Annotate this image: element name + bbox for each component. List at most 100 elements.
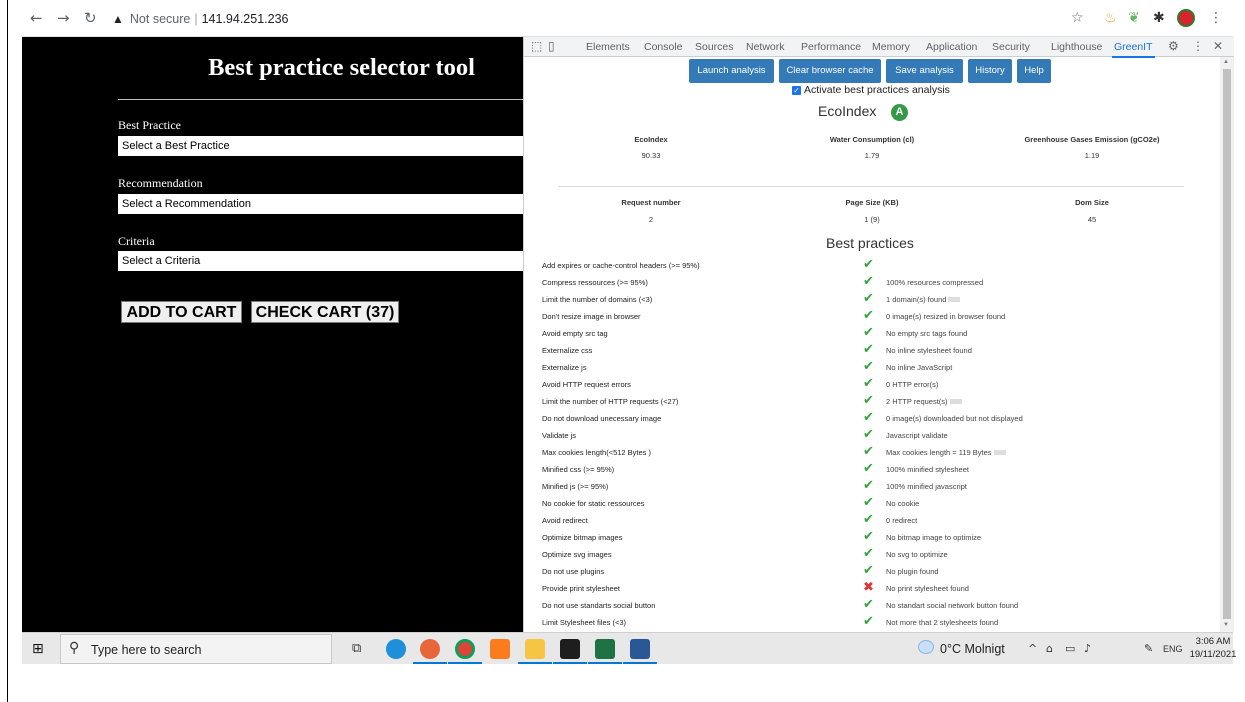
profile-avatar-icon[interactable] — [1177, 9, 1195, 27]
extension-leaf-icon[interactable]: ❦ — [1128, 10, 1140, 26]
chrome-app-icon[interactable] — [455, 639, 475, 659]
devtools-scrollbar[interactable]: ▲ ▼ — [1220, 57, 1234, 632]
launch-analysis-button[interactable]: Launch analysis — [689, 59, 774, 83]
tab-application[interactable]: Application — [926, 41, 977, 53]
criteria-select[interactable]: Select a Criteria — [118, 251, 523, 271]
best-practice-select[interactable]: Select a Best Practice — [118, 136, 523, 156]
best-practice-row: Limit the number of domains (<3) ✔ 1 domai… — [524, 291, 1220, 308]
search-placeholder: Type here to search — [91, 643, 202, 657]
scrollbar-thumb[interactable] — [1223, 69, 1231, 619]
sublime-text-app-icon[interactable] — [490, 639, 510, 659]
battery-icon[interactable]: ▭ — [1065, 642, 1075, 655]
scroll-up-icon[interactable]: ▲ — [1223, 59, 1229, 65]
best-practice-comment: Javascript validate — [886, 431, 948, 440]
metric-ecoindex-label: EcoIndex — [634, 135, 668, 144]
address-bar[interactable]: ▲ Not secure | 141.94.251.236 — [112, 7, 922, 31]
best-practice-comment: No inline JavaScript — [886, 363, 952, 372]
check-icon: ✔ — [863, 546, 874, 561]
metric-ghg-label: Greenhouse Gases Emission (gCO2e) — [1024, 135, 1160, 144]
network-icon[interactable]: ⌂ — [1046, 642, 1053, 655]
metric-ghg-value: 1.19 — [1084, 151, 1100, 160]
tab-performance[interactable]: Performance — [801, 41, 861, 53]
taskbar-search-box[interactable]: ⚲ Type here to search — [60, 634, 332, 664]
devtools-menu-icon[interactable]: ⋮ — [1192, 39, 1204, 53]
activate-best-practices-checkbox[interactable]: ✓ Activate best practices analysis — [792, 84, 950, 96]
clock-date[interactable]: 19/11/2021 — [1185, 649, 1241, 660]
terminal-active-indicator — [553, 662, 587, 664]
tab-console[interactable]: Console — [644, 41, 683, 53]
file-explorer-app-icon[interactable] — [525, 639, 545, 659]
scroll-down-icon[interactable]: ▼ — [1223, 622, 1229, 628]
close-devtools-icon[interactable]: ✕ — [1213, 39, 1223, 53]
reload-icon[interactable]: ↻ — [84, 9, 97, 27]
best-practice-comment: 100% minified javascript — [886, 482, 967, 491]
devtools-tab-bar: ⬚ ▯ Elements Console Sources Network Per… — [524, 37, 1234, 58]
check-icon: ✔ — [863, 291, 874, 306]
details-toggle[interactable] — [948, 297, 961, 302]
best-practice-name: Do not use plugins — [542, 567, 605, 576]
check-cart-button[interactable]: CHECK CART (37) — [251, 301, 399, 323]
inspect-element-icon[interactable]: ⬚ — [531, 39, 542, 53]
clock-time[interactable]: 3:06 AM — [1190, 636, 1236, 647]
best-practice-comment-text: Max cookies length = 119 Bytes — [886, 448, 992, 457]
tab-network[interactable]: Network — [746, 41, 785, 53]
check-icon: ✔ — [863, 325, 874, 340]
tab-elements[interactable]: Elements — [586, 41, 630, 53]
metric-page-size-label: Page Size (KB) — [845, 198, 899, 207]
save-analysis-button[interactable]: Save analysis — [886, 59, 963, 83]
language-indicator[interactable]: ENG — [1163, 644, 1183, 654]
pen-icon[interactable]: ✎ — [1144, 642, 1153, 655]
task-view-icon[interactable]: ⧉ — [352, 641, 361, 656]
show-hidden-icons-icon[interactable]: ^ — [1028, 642, 1037, 655]
activate-label: Activate best practices analysis — [804, 84, 950, 96]
clear-browser-cache-button[interactable]: Clear browser cache — [779, 59, 881, 83]
tab-greenit[interactable]: GreenIT — [1112, 41, 1155, 58]
forward-arrow-icon[interactable]: → — [57, 9, 70, 27]
terminal-app-icon[interactable] — [560, 639, 580, 659]
best-practice-comment-text: 100% minified javascript — [886, 482, 967, 491]
checkbox-checked-icon[interactable]: ✓ — [792, 86, 801, 95]
best-practice-row: Compress ressources (>= 95%) ✔ 100% resour… — [524, 274, 1220, 291]
windows-start-icon[interactable]: ⊞ — [32, 641, 44, 657]
best-practice-name: Avoid HTTP request errors — [542, 380, 631, 389]
details-toggle[interactable] — [993, 450, 1006, 455]
edge-app-icon[interactable] — [386, 639, 406, 659]
firefox-active-indicator — [413, 662, 447, 664]
browser-menu-icon[interactable]: ⋮ — [1209, 10, 1223, 26]
check-icon: ✔ — [863, 376, 874, 391]
recommendation-select[interactable]: Select a Recommendation — [118, 194, 523, 214]
best-practice-row: Max cookies length(<512 Bytes ) ✔ Max cook… — [524, 444, 1220, 461]
best-practice-row: Avoid HTTP request errors ✔ 0 HTTP error(s… — [524, 376, 1220, 393]
weather-cloud-icon[interactable] — [918, 640, 934, 654]
tab-memory[interactable]: Memory — [872, 41, 910, 53]
best-practice-comment: 0 image(s) downloaded but not displayed — [886, 414, 1023, 423]
best-practice-row: Optimize bitmap images ✔ No bitmap image t… — [524, 529, 1220, 546]
best-practice-name: Compress ressources (>= 95%) — [542, 278, 648, 287]
add-to-cart-button[interactable]: ADD TO CART — [121, 301, 242, 323]
screen: ← → ↻ ▲ Not secure | 141.94.251.236 ☆ ♨ ❦ ✱… — [0, 0, 1245, 702]
tab-security[interactable]: Security — [992, 41, 1030, 53]
firefox-app-icon[interactable] — [420, 639, 440, 659]
extension-fire-icon[interactable]: ♨ — [1104, 10, 1117, 26]
details-toggle[interactable] — [949, 399, 962, 404]
excel-app-icon[interactable] — [595, 639, 615, 659]
device-toolbar-icon[interactable]: ▯ — [548, 39, 555, 53]
back-arrow-icon[interactable]: ← — [30, 9, 43, 27]
best-practice-comment-text: 1 domain(s) found — [886, 295, 947, 304]
tab-lighthouse[interactable]: Lighthouse — [1051, 41, 1102, 53]
bookmark-star-icon[interactable]: ☆ — [1071, 10, 1084, 26]
settings-gear-icon[interactable]: ⚙ — [1168, 39, 1179, 53]
extensions-puzzle-icon[interactable]: ✱ — [1153, 10, 1165, 26]
best-practice-comment-text: 0 image(s) resized in browser found — [886, 312, 1006, 321]
weather-text[interactable]: 0°C Molnigt — [940, 642, 1005, 656]
best-practice-name: Optimize svg images — [542, 550, 612, 559]
explorer-active-indicator — [518, 662, 552, 664]
best-practice-row: Add expires or cache-control headers (>=… — [524, 257, 1220, 274]
volume-icon[interactable]: ♪ — [1084, 642, 1091, 655]
word-app-icon[interactable] — [630, 639, 650, 659]
best-practice-comment: No cookie — [886, 499, 919, 508]
help-button[interactable]: Help — [1017, 59, 1051, 83]
tab-sources[interactable]: Sources — [695, 41, 734, 53]
history-button[interactable]: History — [968, 59, 1012, 83]
check-icon: ✔ — [863, 461, 874, 476]
